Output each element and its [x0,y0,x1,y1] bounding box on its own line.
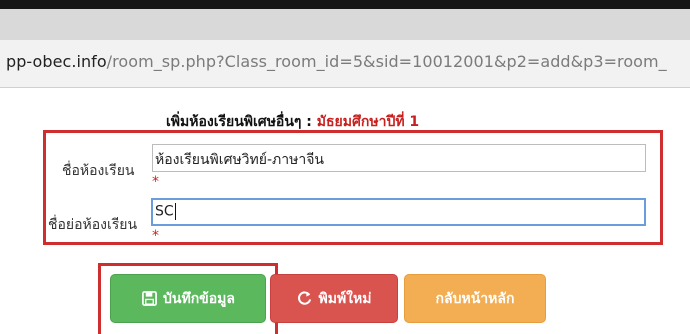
address-bar[interactable]: pp-obec.info/room_sp.php?Class_room_id=5… [0,40,690,88]
room-name-value: ห้องเรียนพิเศษวิทย์-ภาษาจีน [155,152,324,168]
room-abbr-label: ชื่อย่อห้องเรียน [48,217,138,233]
reset-button-label: พิมพ์ใหม่ [318,290,372,307]
url-text[interactable]: pp-obec.info/room_sp.php?Class_room_id=5… [6,52,667,71]
home-button[interactable]: กลับหน้าหลัก [404,274,546,323]
heading-accent: มัธยมศึกษาปีที่ 1 [316,114,420,130]
browser-chrome [0,9,690,40]
required-mark-room-abbr: * [152,228,159,244]
home-button-label: กลับหน้าหลัก [435,290,515,307]
save-button-label: บันทึกข้อมูล [163,290,235,307]
room-abbr-value: SC [155,203,174,220]
reset-button[interactable]: พิมพ์ใหม่ [270,274,398,323]
room-abbr-input[interactable]: SC [151,198,646,226]
refresh-icon [297,291,313,307]
save-button[interactable]: บันทึกข้อมูล [110,274,266,323]
room-name-input[interactable]: ห้องเรียนพิเศษวิทย์-ภาษาจีน [152,144,646,172]
heading-main: เพิ่มห้องเรียนพิเศษอื่นๆ : [166,114,317,130]
required-mark-room-name: * [152,174,159,190]
floppy-disk-icon [141,291,157,307]
url-domain: pp-obec.info [6,52,107,71]
window-top-edge [0,0,690,9]
browser-window: pp-obec.info/room_sp.php?Class_room_id=5… [0,0,690,334]
url-path: /room_sp.php?Class_room_id=5&sid=1001200… [106,52,667,71]
room-name-label: ชื่อห้องเรียน [62,163,135,179]
text-caret [174,203,176,220]
